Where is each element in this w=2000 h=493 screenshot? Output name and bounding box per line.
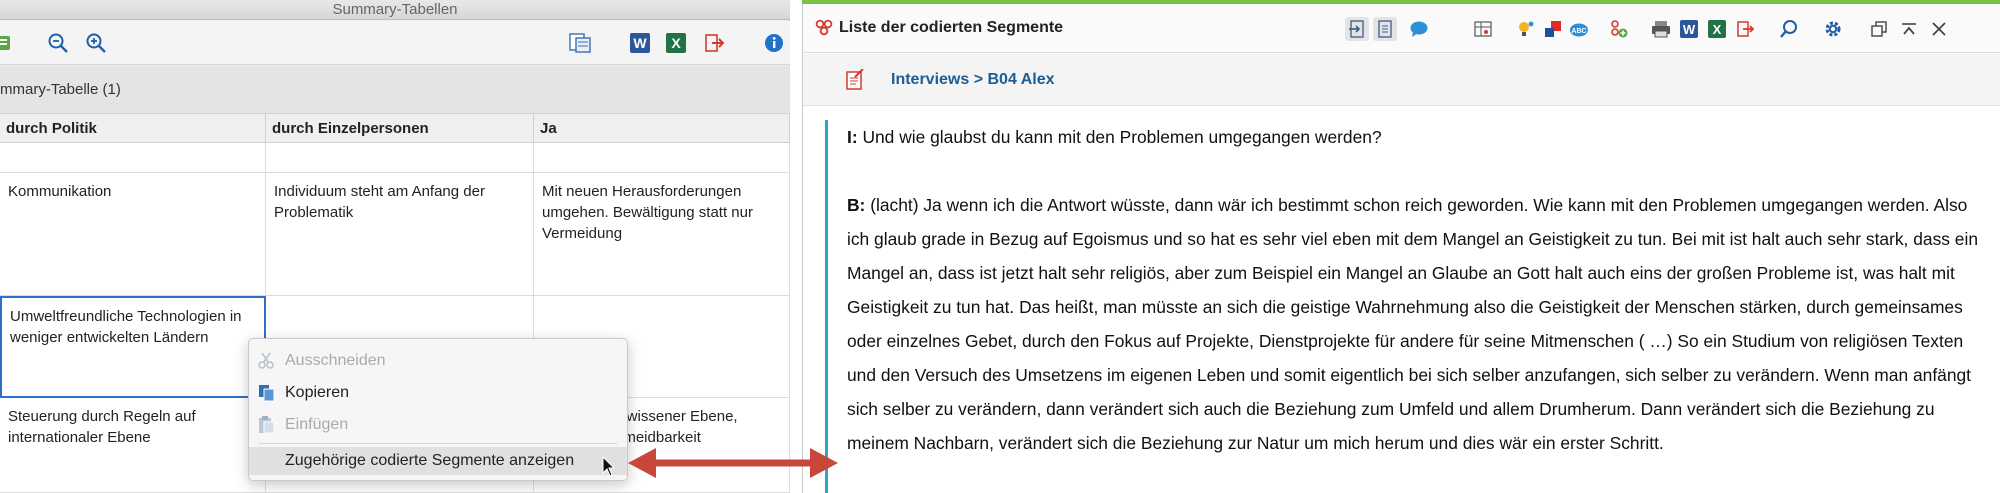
column-header[interactable]: durch Politik	[0, 114, 266, 143]
window-title: Liste der codierten Segmente	[839, 19, 1064, 36]
paragraph-text: Und wie glaubst du kann mit den Probleme…	[857, 127, 1382, 147]
summary-table-header: mmary-Tabelle (1)	[0, 66, 790, 114]
coded-segment-text: I: Und wie glaubst du kann mit den Probl…	[847, 120, 1987, 460]
column-header[interactable]: Ja	[534, 114, 790, 143]
table-cell[interactable]: Kommunikation	[0, 173, 266, 296]
respondent-paragraph: B: (lacht) Ja wenn ich die Antwort wüsst…	[847, 188, 1987, 460]
window-title: Summary-Tabellen	[0, 0, 790, 20]
menu-item-show-coded-segments[interactable]: Zugehörige codierte Segmente anzeigen	[249, 447, 627, 475]
word-icon[interactable]: W	[1677, 17, 1701, 41]
breadcrumb[interactable]: Interviews > B04 Alex	[891, 71, 1055, 89]
zoom-out-icon[interactable]	[46, 31, 70, 55]
column-header[interactable]: durch Einzelpersonen	[266, 114, 534, 143]
print-icon[interactable]	[1649, 17, 1673, 41]
code-lightbulb-icon[interactable]	[1513, 17, 1537, 41]
gear-icon[interactable]	[1821, 17, 1845, 41]
table-cell[interactable]: Steuerung durch Regeln auf international…	[0, 398, 266, 493]
menu-item-label: Zugehörige codierte Segmente anzeigen	[285, 452, 575, 469]
info-icon[interactable]	[762, 31, 786, 55]
svg-text:W: W	[1683, 22, 1696, 37]
excel-icon[interactable]: X	[1705, 17, 1729, 41]
table-icon[interactable]	[0, 31, 16, 55]
document-header: Interviews > B04 Alex	[803, 54, 2000, 106]
double-arrow-icon	[628, 442, 838, 489]
menu-item-label: Ausschneiden	[285, 352, 386, 369]
table-cell[interactable]	[534, 143, 790, 173]
menu-separator	[259, 443, 617, 444]
exit-icon[interactable]	[702, 31, 726, 55]
grid-chart-icon[interactable]	[1471, 17, 1495, 41]
svg-text:ABC: ABC	[1571, 28, 1586, 35]
close-icon[interactable]	[1927, 17, 1951, 41]
menu-item-copy[interactable]: Kopieren	[249, 379, 627, 407]
search-icon[interactable]	[1777, 17, 1801, 41]
coded-segments-window: Liste der codierten Segmente ABC W X Int…	[802, 4, 2000, 493]
speaker-label: B:	[847, 195, 866, 215]
table-cell[interactable]	[266, 143, 534, 173]
svg-text:W: W	[633, 35, 647, 51]
table-cell[interactable]: Mit neuen Herausforderungen umgehen. Bew…	[534, 173, 790, 296]
table-cell[interactable]: Individuum steht am Anfang der Problemat…	[266, 173, 534, 296]
left-toolbar: W X	[0, 21, 790, 65]
scissors-icon	[257, 352, 277, 370]
copy-icon	[257, 384, 277, 402]
svg-text:X: X	[671, 35, 681, 51]
menu-item-label: Einfügen	[285, 416, 349, 433]
excel-icon[interactable]: X	[664, 31, 688, 55]
coded-segments-icon	[815, 19, 833, 42]
edit-memo-icon[interactable]	[845, 68, 865, 96]
collapse-icon[interactable]	[1897, 17, 1921, 41]
zoom-in-icon[interactable]	[84, 31, 108, 55]
svg-text:X: X	[1713, 22, 1722, 37]
spellcheck-cloud-icon[interactable]: ABC	[1567, 17, 1591, 41]
interviewer-paragraph: I: Und wie glaubst du kann mit den Probl…	[847, 120, 1987, 154]
right-titlebar: Liste der codierten Segmente ABC W X	[803, 5, 2000, 53]
context-menu: Ausschneiden Kopieren Einfügen Zugehörig…	[248, 338, 628, 481]
menu-item-cut[interactable]: Ausschneiden	[249, 347, 627, 375]
screen: Summary-Tabellen W X mmary-Tabelle (1) d…	[0, 0, 2000, 493]
exit-icon[interactable]	[1733, 17, 1757, 41]
paragraph-text: (lacht) Ja wenn ich die Antwort wüsste, …	[847, 195, 1978, 453]
speaker-label: I:	[847, 127, 858, 147]
document-list-icon[interactable]	[1373, 17, 1397, 41]
export-table-icon[interactable]	[568, 31, 592, 55]
comment-icon[interactable]	[1407, 17, 1431, 41]
menu-item-label: Kopieren	[285, 384, 350, 401]
table-cell[interactable]	[0, 143, 266, 173]
paste-icon	[257, 416, 277, 434]
mouse-cursor-icon	[602, 455, 616, 483]
color-codes-icon[interactable]	[1541, 17, 1565, 41]
document-import-icon[interactable]	[1345, 17, 1369, 41]
menu-item-paste[interactable]: Einfügen	[249, 411, 627, 439]
restore-window-icon[interactable]	[1867, 17, 1891, 41]
word-icon[interactable]: W	[628, 31, 652, 55]
summary-table-label: mmary-Tabelle (1)	[0, 81, 121, 98]
summary-tables-window: Summary-Tabellen W X mmary-Tabelle (1) d…	[0, 0, 790, 493]
table-cell-selected[interactable]: Umweltfreundliche Technologien in wenige…	[0, 296, 266, 398]
add-code-icon[interactable]	[1607, 17, 1631, 41]
segment-marker-line	[825, 120, 828, 493]
